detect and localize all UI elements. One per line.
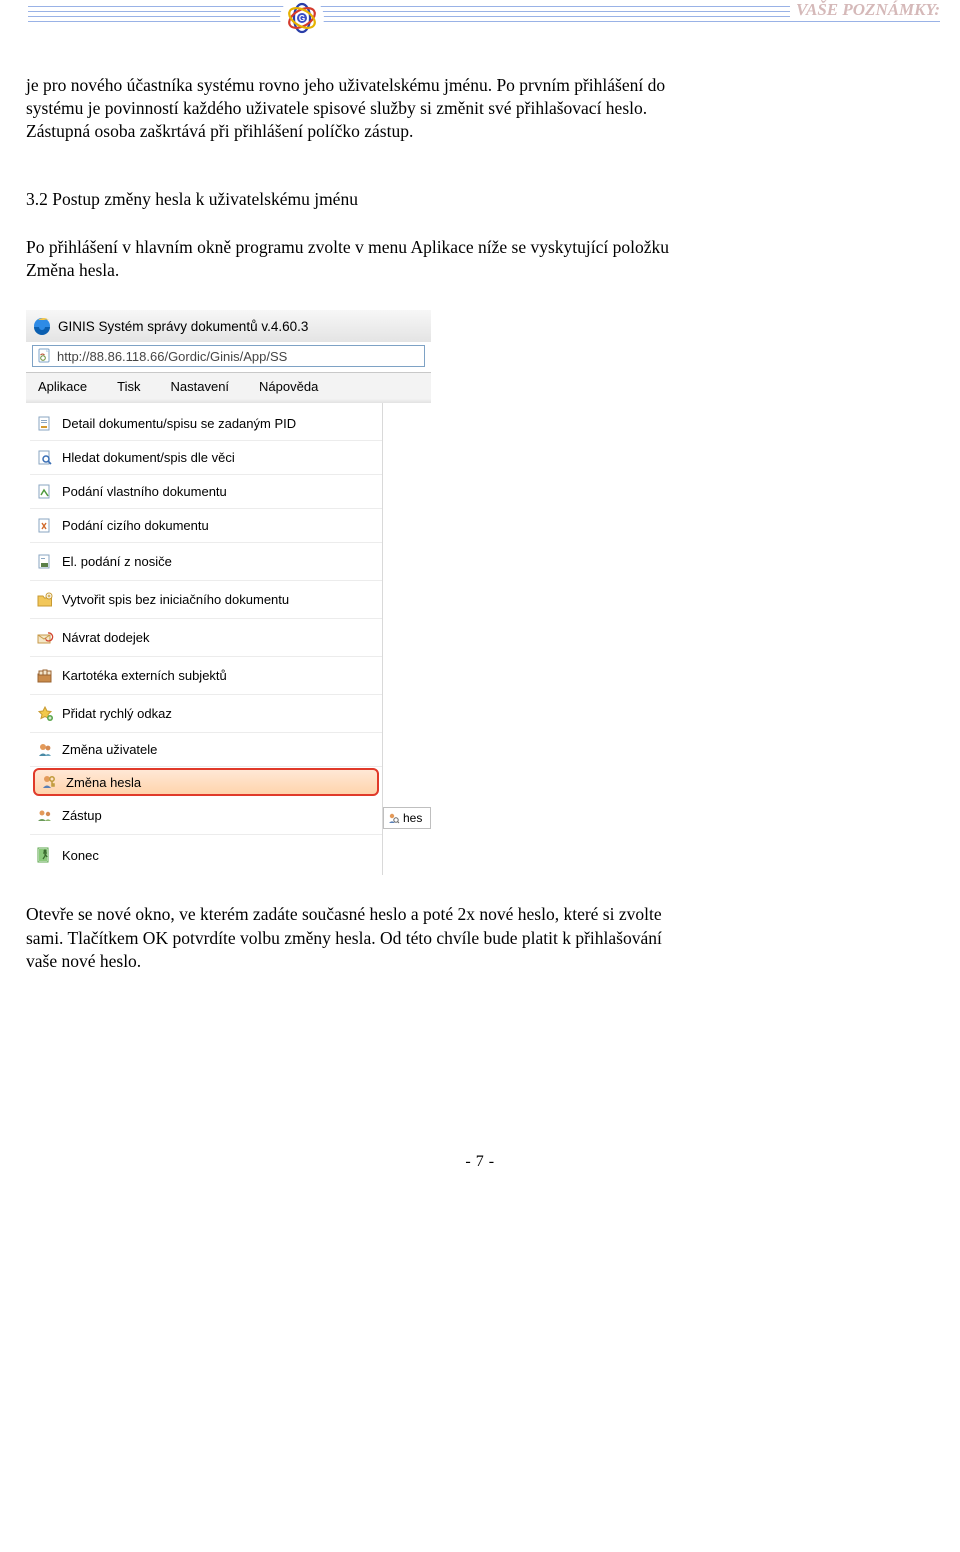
address-text: http://88.86.118.66/Gordic/Ginis/App/SS bbox=[57, 349, 287, 364]
menu-item-external-subjects[interactable]: Kartotéka externích subjektů bbox=[30, 657, 382, 695]
window-title: GINIS Systém správy dokumentů v.4.60.3 bbox=[58, 319, 308, 334]
menu-item-label: Změna uživatele bbox=[62, 742, 157, 757]
paragraph: Otevře se nové okno, ve kterém zadáte so… bbox=[26, 903, 672, 972]
menu-item-label: El. podání z nosiče bbox=[62, 554, 172, 569]
menu-item-label: Přidat rychlý odkaz bbox=[62, 706, 172, 721]
menu-item-search-doc[interactable]: Hledat dokument/spis dle věci bbox=[30, 441, 382, 475]
paragraph: je pro nového účastníka systému rovno je… bbox=[26, 74, 672, 143]
address-field[interactable]: http://88.86.118.66/Gordic/Ginis/App/SS bbox=[32, 345, 425, 367]
folder-new-icon bbox=[36, 591, 54, 609]
window-titlebar: GINIS Systém správy dokumentů v.4.60.3 bbox=[26, 310, 431, 342]
menu-item-create-file[interactable]: Vytvořit spis bez iniciačního dokumentu bbox=[30, 581, 382, 619]
menu-item-add-shortcut[interactable]: Přidat rychlý odkaz bbox=[30, 695, 382, 733]
ie-icon bbox=[32, 316, 52, 336]
header-rule bbox=[28, 21, 940, 22]
menu-item-own-submission[interactable]: Podání vlastního dokumentu bbox=[30, 475, 382, 509]
notes-label: VAŠE POZNÁMKY: bbox=[790, 0, 940, 20]
page-icon bbox=[37, 348, 53, 364]
menu-item-change-user[interactable]: Změna uživatele bbox=[30, 733, 382, 767]
paragraph: Po přihlášení v hlavním okně programu zv… bbox=[26, 236, 672, 282]
menu-item-label: Zástup bbox=[62, 808, 102, 823]
menu-item-change-password[interactable]: Změna hesla bbox=[33, 768, 379, 796]
menu-item-label: Podání vlastního dokumentu bbox=[62, 484, 227, 499]
menu-item-label: Podání cizího dokumentu bbox=[62, 518, 209, 533]
menu-item-label: Hledat dokument/spis dle věci bbox=[62, 450, 235, 465]
svg-text:G: G bbox=[299, 14, 305, 23]
return-icon bbox=[36, 629, 54, 647]
menu-item-return-receipts[interactable]: Návrat dodejek bbox=[30, 619, 382, 657]
menu-item-label: Změna hesla bbox=[66, 775, 141, 790]
favorite-add-icon bbox=[36, 705, 54, 723]
menu-aplikace[interactable]: Aplikace bbox=[38, 379, 87, 394]
side-field-text: hes bbox=[403, 811, 422, 825]
side-search-field[interactable]: hes bbox=[383, 807, 431, 829]
menu-napoveda[interactable]: Nápověda bbox=[259, 379, 318, 394]
menu-item-exit[interactable]: Konec bbox=[30, 835, 382, 875]
document-foreign-icon bbox=[36, 517, 54, 535]
menu-item-label: Detail dokumentu/spisu se zadaným PID bbox=[62, 416, 296, 431]
menu-tisk[interactable]: Tisk bbox=[117, 379, 140, 394]
document-content: je pro nového účastníka systému rovno je… bbox=[0, 34, 700, 973]
user-change-icon bbox=[36, 741, 54, 759]
page-number: - 7 - bbox=[0, 1153, 960, 1171]
document-own-icon bbox=[36, 483, 54, 501]
document-pid-icon bbox=[36, 415, 54, 433]
exit-icon bbox=[36, 846, 54, 864]
document-search-icon bbox=[36, 449, 54, 467]
menu-item-label: Kartotéka externích subjektů bbox=[62, 668, 227, 683]
menu-item-label: Návrat dodejek bbox=[62, 630, 149, 645]
app-screenshot: GINIS Systém správy dokumentů v.4.60.3 h… bbox=[26, 310, 431, 875]
users-icon bbox=[36, 807, 54, 825]
menu-item-el-submission[interactable]: El. podání z nosiče bbox=[30, 543, 382, 581]
search-user-icon bbox=[386, 811, 400, 825]
menu-item-foreign-submission[interactable]: Podání cizího dokumentu bbox=[30, 509, 382, 543]
address-bar: http://88.86.118.66/Gordic/Ginis/App/SS bbox=[26, 342, 431, 372]
menu-nastaveni[interactable]: Nastavení bbox=[171, 379, 230, 394]
page-header: G VAŠE POZNÁMKY: bbox=[0, 0, 960, 34]
card-index-icon bbox=[36, 667, 54, 685]
menu-item-substitute[interactable]: Zástup bbox=[30, 797, 382, 835]
logo-icon: G bbox=[280, 0, 324, 40]
section-heading: 3.2 Postup změny hesla k uživatelskému j… bbox=[26, 189, 672, 210]
document-el-icon bbox=[36, 553, 54, 571]
menu-item-label: Vytvořit spis bez iniciačního dokumentu bbox=[62, 592, 289, 607]
menu-item-detail-pid[interactable]: Detail dokumentu/spisu se zadaným PID bbox=[30, 407, 382, 441]
app-menu-panel: Detail dokumentu/spisu se zadaným PID Hl… bbox=[30, 403, 383, 875]
menubar: Aplikace Tisk Nastavení Nápověda bbox=[26, 373, 431, 399]
key-user-icon bbox=[40, 773, 58, 791]
menu-item-label: Konec bbox=[62, 848, 99, 863]
